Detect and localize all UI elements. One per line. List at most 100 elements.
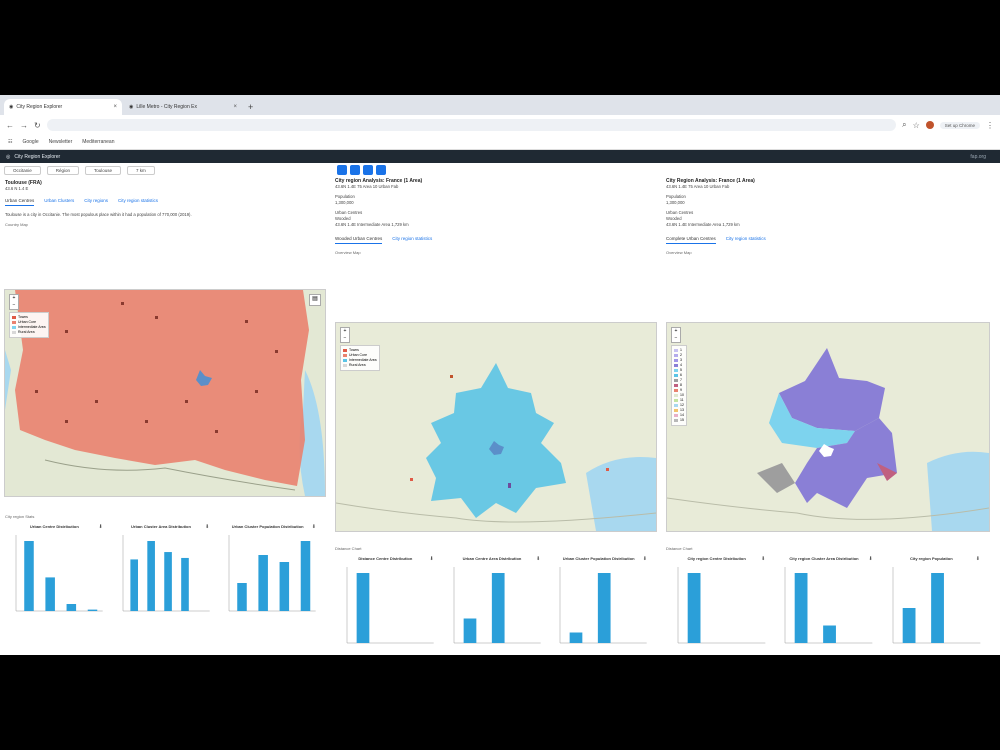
bar-chart: City region Centre Distribution ⬇ [666,556,767,655]
middle-panel: City region Analysis: France (1 Area) 43… [333,162,661,655]
chart-bar[interactable] [24,541,34,611]
country-select[interactable]: Occitanie [4,166,41,175]
legend-label: 7 [680,378,682,382]
tab-city-region-statistics[interactable]: City region statistics [118,198,158,206]
tab-complete-urban-centres[interactable]: Complete Urban Centres [666,236,716,244]
legend-swatch [674,408,678,412]
action-button[interactable] [376,165,386,175]
chart-bar[interactable] [163,552,172,611]
legend-swatch [674,398,678,402]
bookmark-item[interactable]: Google [22,139,38,145]
bookmark-item[interactable]: Newsletter [49,139,73,145]
chart-plot [560,567,647,644]
download-icon[interactable]: ⬇ [205,524,209,530]
browser-tab[interactable]: ◉ Lille Metro - City Region Ex × [124,99,242,115]
close-icon[interactable]: × [113,104,117,110]
city-coords: 43.6 N 1.4 E [5,186,29,191]
apps-icon[interactable]: ☷ [8,139,12,145]
chart-bar[interactable] [491,573,505,643]
reload-icon[interactable]: ↻ [34,121,41,130]
zoom-control[interactable]: + − [671,327,681,343]
tab-urban-clusters[interactable]: Urban Clusters [44,198,74,206]
overview-map[interactable]: Towns Urban Core Intermediate Area Rural… [335,322,657,532]
bar-chart: Urban Centre Area Distribution ⬇ [442,556,543,655]
stats-label: Distance Chart [335,546,362,551]
chart-bar[interactable] [356,573,370,643]
chart-bar[interactable] [463,618,477,644]
profile-avatar[interactable] [925,121,934,129]
chart-bar[interactable] [569,632,583,644]
legend-item: Rural Area [343,363,377,368]
download-icon[interactable]: ⬇ [312,524,316,530]
tab-city-region-statistics[interactable]: City region statistics [392,236,432,244]
download-icon[interactable]: ⬇ [643,556,647,562]
star-icon[interactable]: ☆ [913,121,920,130]
chart-bar[interactable] [279,562,290,611]
region-select[interactable]: Région [46,166,80,175]
mode-select[interactable]: Toulouse [85,166,122,175]
legend-swatch [674,363,678,367]
download-icon[interactable]: ⬇ [536,556,540,562]
address-input[interactable] [46,119,897,131]
left-subtabs: Urban Centres Urban Clusters City region… [5,198,323,206]
chart-bar[interactable] [180,557,189,611]
overview-map-graphic [336,323,656,531]
download-icon[interactable]: ⬇ [761,556,765,562]
chart-bar[interactable] [902,608,916,643]
layers-icon[interactable]: ▤ [309,294,321,306]
chart-plot [346,567,434,644]
download-icon[interactable]: ⬇ [429,556,433,562]
chart-bar[interactable] [130,559,138,611]
city-description: Toulouse is a city in Occitanie. The mos… [5,212,192,217]
tab-wooded-urban-centres[interactable]: Wooded Urban Centres [335,236,383,244]
tab-city-region-statistics[interactable]: City region statistics [726,236,766,244]
chart-bar[interactable] [146,541,155,611]
legend-label: 4 [680,363,682,367]
zoom-control[interactable]: + − [9,294,19,310]
app-logo-icon: ◎ [6,153,11,160]
map-label: Overview Map [666,250,692,255]
tab-urban-centres[interactable]: Urban Centres [5,198,35,206]
map-legend: Towns Urban Core Intermediate Area Rural… [340,345,380,371]
action-button[interactable] [363,165,373,175]
action-button[interactable] [350,165,360,175]
chart-bar[interactable] [930,573,944,643]
legend-item: 15 [674,418,684,423]
country-map[interactable]: Towns Urban Core Intermediate Area Rural… [4,289,326,497]
chart-bar[interactable] [301,541,311,611]
chart-bar[interactable] [87,609,98,611]
chart-bar[interactable] [598,573,611,643]
app-title: City Region Explorer [14,153,61,160]
download-icon[interactable]: ⬇ [976,556,980,562]
country-map-graphic [5,290,325,496]
chart-bar[interactable] [237,583,248,611]
tab-city-regions[interactable]: City regions [84,198,108,206]
map-label: Country Map [5,222,28,227]
legend-label: 1 [680,348,682,352]
legend-swatch [674,388,678,392]
chart-plot [785,567,873,644]
chart-bar[interactable] [687,573,701,643]
legend-swatch [674,393,678,397]
zoom-icon[interactable]: ⌕ [902,120,906,130]
chart-bar[interactable] [45,577,55,611]
address-bar-row: ← → ↻ ⌕ ☆ Set up Chrome ⋮ [0,115,1000,135]
chart-bar[interactable] [823,625,837,644]
close-icon[interactable]: × [233,104,237,110]
download-icon[interactable]: ⬇ [98,524,102,530]
new-tab-button[interactable]: + [248,99,253,115]
bookmark-item[interactable]: Mediterranean [82,139,114,145]
zoom-select[interactable]: 7 km [127,166,155,175]
menu-icon[interactable]: ⋮ [986,121,994,130]
action-button[interactable] [337,165,347,175]
browser-tab[interactable]: ◉ City Region Explorer × [4,99,122,115]
chart-bar[interactable] [66,604,77,611]
overview-map[interactable]: 1 2 3 4 5 6 7 8 9 10 11 12 13 14 15 + − [666,322,990,532]
forward-icon[interactable]: → [20,121,28,130]
chart-bar[interactable] [795,573,808,643]
back-icon[interactable]: ← [6,121,14,130]
chart-bar[interactable] [258,555,269,611]
profile-badge[interactable]: Set up Chrome [939,121,980,129]
download-icon[interactable]: ⬇ [868,556,872,562]
zoom-control[interactable]: + − [340,327,350,343]
